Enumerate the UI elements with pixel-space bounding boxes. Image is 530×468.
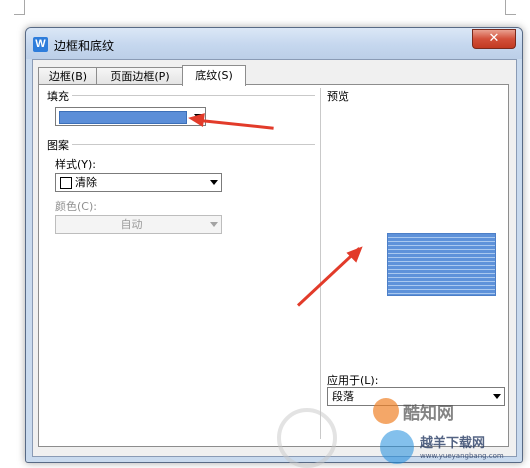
apply-to-value: 段落	[332, 390, 354, 403]
pattern-color-value: 自动	[120, 218, 143, 231]
document-margin-mark-left	[14, 0, 25, 15]
tab-borders[interactable]: 边框(B)	[38, 67, 98, 85]
pattern-group-divider	[49, 144, 315, 145]
annotation-arrow-fill-head	[187, 110, 205, 128]
pattern-style-value: 清除	[75, 176, 97, 189]
preview-group-label: 预览	[327, 90, 349, 103]
pattern-color-label: 颜色(C):	[55, 200, 97, 213]
chevron-down-icon	[210, 222, 218, 227]
fill-group-divider	[49, 95, 315, 96]
preview-separator	[320, 88, 321, 439]
pattern-style-select[interactable]: 清除	[55, 173, 222, 192]
tab-page-border[interactable]: 页面边框(P)	[96, 67, 184, 85]
chevron-down-icon	[493, 394, 501, 399]
wps-writer-icon: W	[33, 37, 48, 52]
watermark-site-name-2: 越羊下载网	[420, 436, 486, 451]
pattern-color-select: 自动	[55, 215, 222, 234]
pattern-group-label: 图案	[47, 137, 72, 153]
borders-and-shading-dialog: W 边框和底纹 ✕ 边框(B) 页面边框(P) 底纹(S) 填充 图案 样式(Y…	[25, 27, 523, 463]
pattern-style-label: 样式(Y):	[55, 158, 97, 171]
watermark-site-url: www.yueyangbang.com	[420, 452, 504, 460]
pattern-swatch	[60, 177, 72, 189]
dialog-title: 边框和底纹	[54, 39, 115, 53]
document-margin-mark-right	[505, 0, 516, 15]
watermark-site-name: 酷知网	[403, 404, 454, 424]
dialog-titlebar[interactable]: W 边框和底纹 ✕	[26, 28, 522, 59]
tab-shading[interactable]: 底纹(S)	[182, 65, 246, 86]
fill-color-swatch	[59, 111, 187, 124]
shading-preview	[387, 233, 496, 296]
fill-group-label: 填充	[47, 88, 72, 104]
watermark-logo-circle	[277, 408, 337, 468]
chevron-down-icon	[210, 180, 218, 185]
fill-color-dropdown[interactable]	[55, 107, 206, 126]
apply-to-label: 应用于(L):	[327, 374, 379, 387]
watermark-orange-logo	[373, 398, 399, 424]
shading-tab-panel: 填充 图案 样式(Y): 清除 颜色(C): 自动 预览 应用于(L): 段落	[38, 84, 509, 447]
screenshot-page: W 边框和底纹 ✕ 边框(B) 页面边框(P) 底纹(S) 填充 图案 样式(Y…	[0, 0, 530, 468]
watermark-blue-logo	[380, 430, 414, 464]
dialog-client-area: 边框(B) 页面边框(P) 底纹(S) 填充 图案 样式(Y): 清除 颜色(C…	[32, 59, 517, 457]
tab-strip: 边框(B) 页面边框(P) 底纹(S)	[38, 65, 508, 86]
close-button[interactable]: ✕	[472, 29, 516, 49]
